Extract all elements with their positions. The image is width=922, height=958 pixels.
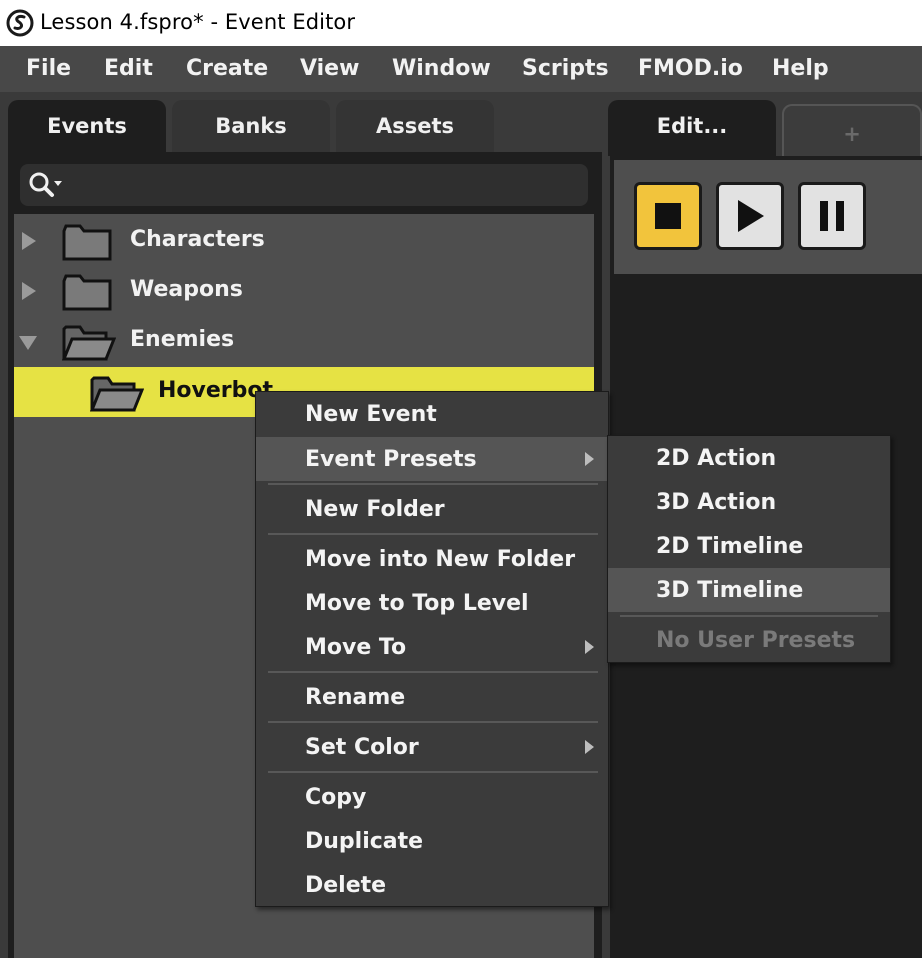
collapse-arrow-icon[interactable] xyxy=(18,334,38,352)
add-tab-button[interactable]: + xyxy=(782,104,922,160)
pause-icon xyxy=(820,201,844,231)
tree-folder-weapons[interactable]: Weapons xyxy=(14,266,594,316)
play-icon xyxy=(738,200,764,232)
search-icon xyxy=(29,172,62,197)
folder-icon xyxy=(62,274,112,311)
menu-item-duplicate[interactable]: Duplicate xyxy=(256,819,608,863)
tree-label: Enemies xyxy=(130,327,235,352)
tree-folder-characters[interactable]: Characters xyxy=(14,216,594,266)
search-input[interactable] xyxy=(20,164,588,206)
play-button[interactable] xyxy=(716,182,784,250)
window-title: Lesson 4.fspro* - Event Editor xyxy=(40,10,356,34)
menu-edit[interactable]: Edit xyxy=(104,56,153,81)
expand-arrow-icon[interactable] xyxy=(20,231,38,251)
tree-folder-enemies[interactable]: Enemies xyxy=(14,316,594,366)
submenu-arrow-icon xyxy=(585,740,594,754)
tab-banks-label: Banks xyxy=(215,114,287,138)
menu-item-3d-action[interactable]: 3D Action xyxy=(608,480,890,524)
menu-item-set-color[interactable]: Set Color xyxy=(256,725,608,769)
menu-item-copy[interactable]: Copy xyxy=(256,775,608,819)
tab-assets-label: Assets xyxy=(375,114,455,138)
menu-item-new-folder[interactable]: New Folder xyxy=(256,487,608,531)
tab-events[interactable]: Events xyxy=(8,100,166,156)
menu-fmod-io[interactable]: FMOD.io xyxy=(638,56,743,81)
menu-scripts[interactable]: Scripts xyxy=(522,56,609,81)
menu-file[interactable]: File xyxy=(26,56,71,81)
plus-icon: + xyxy=(843,122,861,146)
menu-item-2d-action[interactable]: 2D Action xyxy=(608,436,890,480)
submenu-arrow-icon xyxy=(585,640,594,654)
menu-item-rename[interactable]: Rename xyxy=(256,675,608,719)
menu-item-no-user-presets: No User Presets xyxy=(656,627,856,653)
folder-icon xyxy=(62,224,112,261)
menu-separator xyxy=(268,721,598,723)
title-bar: Lesson 4.fspro* - Event Editor xyxy=(0,0,922,46)
tab-assets[interactable]: Assets xyxy=(336,100,494,156)
tab-banks[interactable]: Banks xyxy=(172,100,330,156)
tree-label: Weapons xyxy=(130,277,243,302)
tab-edit-label: Edit... xyxy=(656,114,728,138)
tab-events-label: Events xyxy=(47,114,127,138)
stop-button[interactable] xyxy=(634,182,702,250)
menu-separator xyxy=(268,671,598,673)
menu-view[interactable]: View xyxy=(300,56,359,81)
event-presets-submenu: 2D Action 3D Action 2D Timeline 3D Timel… xyxy=(607,435,891,663)
menu-bar: File Edit Create View Window Scripts FMO… xyxy=(0,46,922,92)
open-folder-icon xyxy=(90,376,144,412)
tree-label: Characters xyxy=(130,227,265,252)
menu-item-new-event[interactable]: New Event xyxy=(256,392,608,436)
pause-button[interactable] xyxy=(798,182,866,250)
menu-item-event-presets[interactable]: Event Presets xyxy=(256,437,608,481)
menu-separator xyxy=(268,533,598,535)
menu-item-2d-timeline[interactable]: 2D Timeline xyxy=(608,524,890,568)
menu-separator xyxy=(620,615,878,617)
tab-edit[interactable]: Edit... xyxy=(608,100,776,156)
menu-separator xyxy=(268,771,598,773)
stop-icon xyxy=(655,203,681,229)
menu-item-3d-timeline[interactable]: 3D Timeline xyxy=(608,568,890,612)
menu-item-delete[interactable]: Delete xyxy=(256,863,608,907)
menu-help[interactable]: Help xyxy=(772,56,829,81)
submenu-arrow-icon xyxy=(585,452,594,466)
menu-item-move-to[interactable]: Move To xyxy=(256,625,608,669)
fmod-logo-icon xyxy=(6,9,34,37)
menu-create[interactable]: Create xyxy=(186,56,268,81)
menu-item-move-into-new-folder[interactable]: Move into New Folder xyxy=(256,537,608,581)
menu-separator xyxy=(268,483,598,485)
context-menu: New Event Event Presets New Folder Move … xyxy=(255,391,609,907)
open-folder-icon xyxy=(62,325,116,361)
expand-arrow-icon[interactable] xyxy=(20,281,38,301)
menu-item-move-to-top-level[interactable]: Move to Top Level xyxy=(256,581,608,625)
menu-window[interactable]: Window xyxy=(392,56,491,81)
